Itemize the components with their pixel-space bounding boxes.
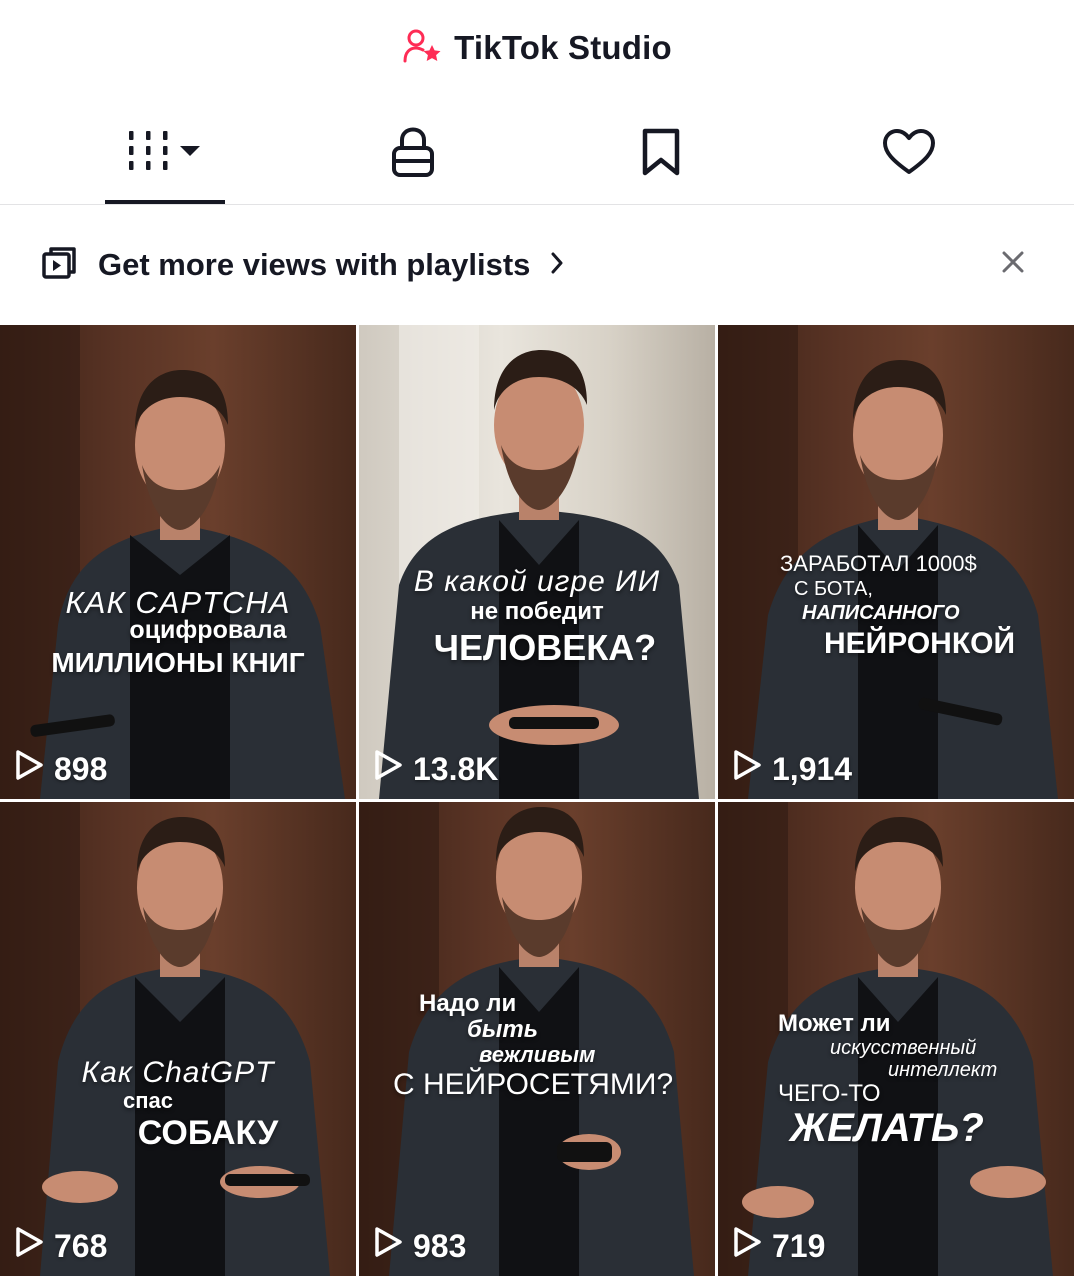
video-tile[interactable]: КАК CAPTCHA оцифровала МИЛЛИОНЫ КНИГ 898 (0, 325, 356, 799)
play-icon (373, 1226, 403, 1266)
video-thumbnail (0, 802, 330, 1276)
grid-bars-icon (125, 129, 205, 175)
lock-icon (390, 126, 436, 178)
video-tile[interactable]: Как ChatGPT спас СОБАКУ 768 (0, 802, 356, 1276)
profile-tabs (0, 100, 1074, 205)
bookmark-icon (640, 127, 682, 177)
video-thumbnail (379, 325, 699, 799)
video-tile[interactable]: Надо ли быть вежливым С НЕЙРОСЕТЯМИ? 983 (359, 802, 715, 1276)
video-caption: Надо ли быть вежливым С НЕЙРОСЕТЯМИ? (393, 990, 674, 1101)
view-count: 983 (373, 1226, 466, 1266)
playlist-promo-banner: Get more views with playlists (0, 205, 1074, 325)
video-caption: ЗАРАБОТАЛ 1000$ С БОТА, НАПИСАННОГО НЕЙР… (780, 551, 1016, 660)
close-icon (1001, 250, 1025, 279)
play-icon (373, 749, 403, 789)
creator-star-icon (402, 27, 442, 70)
play-icon (14, 1226, 44, 1266)
play-icon (14, 749, 44, 789)
video-caption: Может ли искусственный интеллект ЧЕГО-ТО… (778, 1010, 998, 1150)
video-tile[interactable]: ЗАРАБОТАЛ 1000$ С БОТА, НАПИСАННОГО НЕЙР… (718, 325, 1074, 799)
tab-videos[interactable] (103, 100, 227, 204)
close-button[interactable] (998, 249, 1028, 279)
play-icon (732, 749, 762, 789)
play-icon (732, 1226, 762, 1266)
video-tile[interactable]: В какой игре ИИ не победит ЧЕЛОВЕКА? 13.… (359, 325, 715, 799)
video-caption: Как ChatGPT спас СОБАКУ (81, 1056, 279, 1152)
video-thumbnail (0, 325, 345, 799)
view-count: 1,914 (732, 749, 852, 789)
tab-private[interactable] (351, 100, 475, 204)
tab-favorites[interactable] (599, 100, 723, 204)
playlist-promo-text: Get more views with playlists (98, 247, 531, 282)
heart-icon (882, 128, 936, 176)
app-header: TikTok Studio (0, 0, 1074, 100)
video-caption: КАК CAPTCHA оцифровала МИЛЛИОНЫ КНИГ (51, 585, 305, 678)
view-count: 13.8K (373, 749, 498, 789)
video-caption: В какой игре ИИ не победит ЧЕЛОВЕКА? (413, 565, 661, 668)
playlist-promo-link[interactable]: Get more views with playlists (40, 243, 564, 287)
video-tile[interactable]: Может ли искусственный интеллект ЧЕГО-ТО… (718, 802, 1074, 1276)
tab-liked[interactable] (847, 100, 971, 204)
page-title: TikTok Studio (454, 29, 672, 66)
view-count: 898 (14, 749, 107, 789)
view-count: 768 (14, 1226, 107, 1266)
view-count: 719 (732, 1226, 825, 1266)
chevron-right-icon (550, 251, 564, 280)
video-grid: КАК CAPTCHA оцифровала МИЛЛИОНЫ КНИГ 898… (0, 325, 1074, 1280)
playlist-icon (40, 245, 78, 286)
